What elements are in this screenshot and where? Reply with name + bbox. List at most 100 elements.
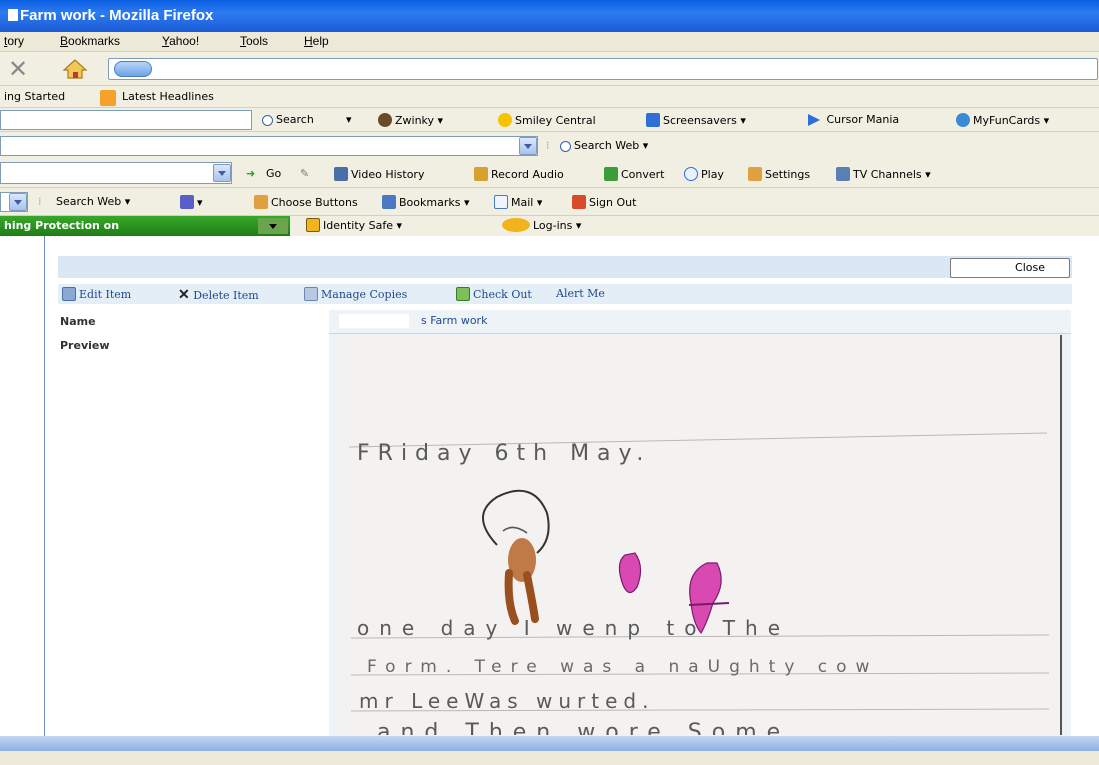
yahoo-bookmarks-label: Bookmarks [399,196,461,209]
convert-label: Convert [621,168,665,181]
status-bar [0,751,1099,765]
zwinky-label: Zwinky [395,114,435,127]
search-web-label: Search Web [574,139,640,152]
highlight-icon[interactable]: ✎ [300,167,309,180]
smiley-central-button[interactable]: Smiley Central [498,113,596,127]
site-identity-icon[interactable] [114,61,152,77]
safe-icon [306,218,320,232]
settings-label: Settings [765,168,811,181]
bookmark-latest-headlines[interactable]: Latest Headlines [122,90,214,103]
toolbar-search-input[interactable] [0,110,252,130]
handwriting-line-5: and Then wore Some [377,720,790,735]
name-value-text[interactable]: s Farm work [421,314,487,327]
tv-channels-button[interactable]: TV Channels ▾ [836,167,931,181]
magnifier-icon [560,141,571,152]
search-dropdown[interactable]: ▾ [346,113,352,126]
search-button[interactable]: Search [262,113,314,126]
smiley-icon [498,113,512,127]
copies-icon [304,287,318,301]
monitor-icon [646,113,660,127]
cursor-mania-label: Cursor Mania [826,113,900,126]
check-out-button[interactable]: Check Out [456,287,532,301]
edit-item-label: Edit Item [79,288,132,301]
sign-out-label: Sign Out [589,196,637,209]
cursor-mania-button[interactable]: Cursor Mania [808,113,899,126]
yahoo-search-dropdown[interactable] [9,193,27,211]
manage-copies-label: Manage Copies [321,288,408,301]
handwriting-line-2: one day I wenp to The [357,616,790,640]
convert-icon [604,167,618,181]
choose-buttons-label: Choose Buttons [271,196,358,209]
edit-item-button[interactable]: Edit Item [62,287,131,301]
mail-button[interactable]: Mail ▾ [494,195,542,209]
menu-history[interactable]: tory [4,34,24,48]
yahoo-search-input[interactable] [0,192,28,212]
firefox-icon [8,9,18,21]
go-arrow-icon[interactable]: ➜ [246,167,255,180]
tv-icon [836,167,850,181]
video-search-input[interactable] [0,162,232,184]
horizontal-scrollbar[interactable] [0,736,1099,751]
video-search-dropdown[interactable] [213,164,231,182]
yahoo-icon-button[interactable]: ▾ [180,195,203,209]
phishing-protection-status[interactable]: hing Protection on [0,216,290,236]
protection-toolbar: hing Protection on Identity Safe ▾ Log-i… [0,216,1099,236]
record-audio-button[interactable]: Record Audio [474,167,564,181]
search-web-button[interactable]: Search Web ▾ [560,139,648,152]
preview-field-label: Preview [60,339,110,352]
web-search-dropdown[interactable] [519,137,537,155]
home-icon[interactable] [62,58,88,80]
item-action-bar: Edit Item ✕ Delete Item Manage Copies Ch… [58,284,1072,304]
web-search-input[interactable] [0,136,538,156]
play-button[interactable]: Play [684,167,724,181]
menu-yahoo[interactable]: Yahoo! [162,34,199,48]
choose-buttons-button[interactable]: Choose Buttons [254,195,358,209]
myfuncards-label: MyFunCards [973,114,1041,127]
screensavers-button[interactable]: Screensavers ▾ [646,113,746,127]
handwriting-line-1: FRiday 6th May. [357,441,651,466]
wrench-icon [748,167,762,181]
menu-tools[interactable]: Tools [240,34,268,48]
yahoo-search-web-button[interactable]: Search Web ▾ [56,195,130,208]
browser-window: Farm work - Mozilla Firefox tory Bookmar… [0,0,1099,765]
bookmarks-toolbar: ing Started Latest Headlines [0,86,1099,108]
check-out-icon [456,287,470,301]
address-bar[interactable] [108,58,1098,80]
identity-safe-button[interactable]: Identity Safe ▾ [306,218,402,232]
yahoo-icon [180,195,194,209]
zwinky-button[interactable]: Zwinky ▾ [378,113,443,127]
menu-bar: tory Bookmarks Yahoo! Tools Help [0,32,1099,52]
log-ins-button[interactable]: Log-ins ▾ [502,218,581,232]
smiley-central-label: Smiley Central [515,114,596,127]
sign-out-button[interactable]: Sign Out [572,195,636,209]
child-figure [482,489,550,625]
envelope-icon [494,195,508,209]
mail-label: Mail [511,196,534,209]
separator-icon: ⁞ [546,139,550,152]
pencil-icon [254,195,268,209]
stop-icon[interactable]: ✕ [8,55,28,83]
menu-help[interactable]: Help [304,34,329,48]
alert-me-button[interactable]: Alert Me [556,287,605,300]
menu-bookmarks[interactable]: Bookmarks [60,34,120,48]
close-button[interactable]: Close [950,258,1070,278]
settings-button[interactable]: Settings [748,167,810,181]
myfuncards-button[interactable]: MyFunCards ▾ [956,113,1049,127]
window-title: Farm work - Mozilla Firefox [20,7,214,24]
cursor-icon [808,114,820,126]
yahoo-bookmarks-button[interactable]: Bookmarks ▾ [382,195,470,209]
delete-item-label: Delete Item [193,289,259,302]
yahoo-search-web-label: Search Web [56,195,122,208]
go-button[interactable]: Go [266,167,281,180]
bookmark-getting-started[interactable]: ing Started [4,90,65,103]
delete-item-button[interactable]: ✕ Delete Item [178,287,259,303]
identity-safe-label: Identity Safe [323,219,394,232]
screensavers-label: Screensavers [663,114,737,127]
phishing-dropdown[interactable] [258,218,288,234]
video-history-button[interactable]: Video History [334,167,424,181]
handwriting-line-3: Form. Tere was a naUghty cow [367,657,878,677]
manage-copies-button[interactable]: Manage Copies [304,287,407,301]
convert-button[interactable]: Convert [604,167,665,181]
bookmarks-icon [382,195,396,209]
separator-icon: ⁞ [38,195,42,208]
